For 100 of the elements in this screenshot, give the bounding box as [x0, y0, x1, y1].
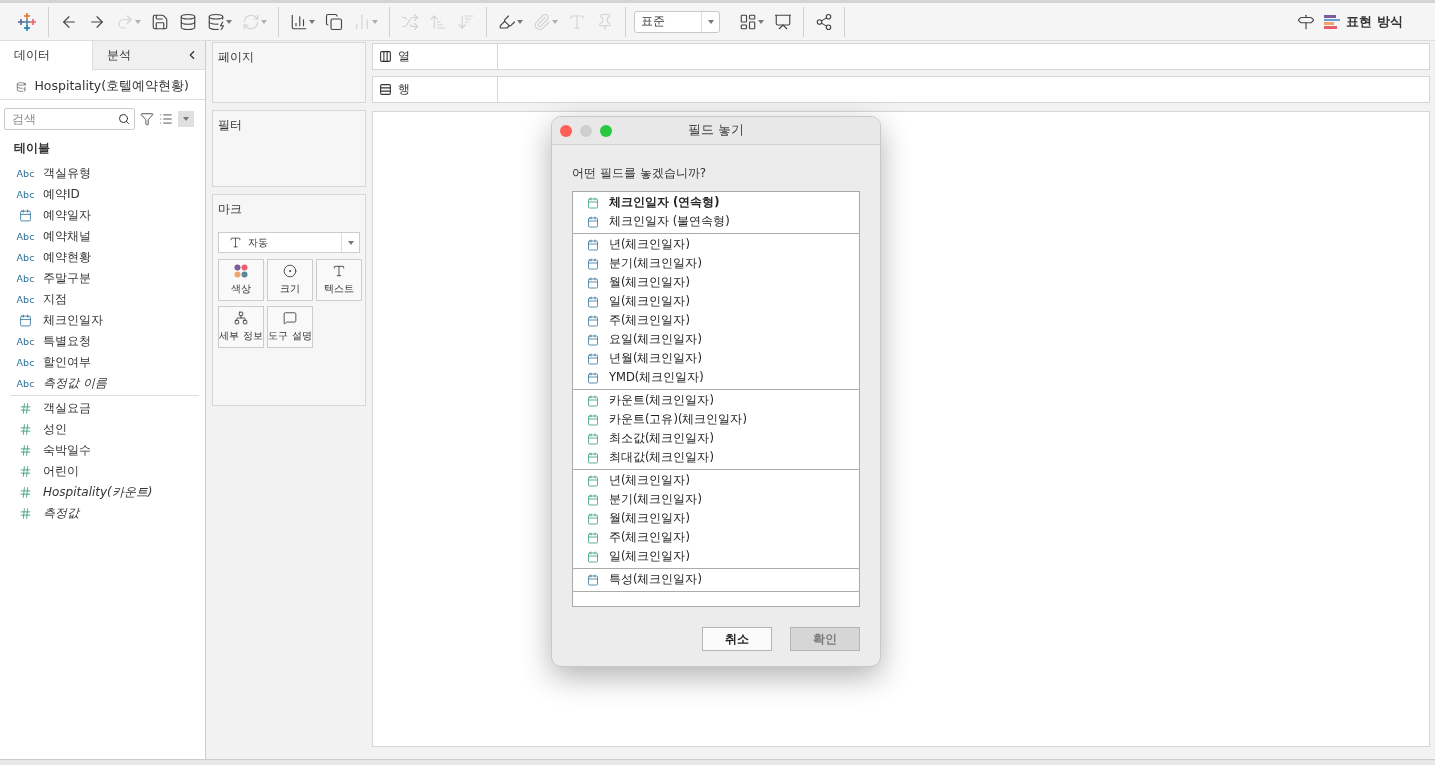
field-name[interactable]: 성인 — [43, 421, 67, 438]
mark-property-label: 색상 — [231, 282, 251, 296]
close-button[interactable] — [560, 124, 572, 137]
abc-icon: Abc — [16, 189, 35, 200]
caret-icon — [135, 19, 141, 24]
field-name[interactable]: 예약채널 — [43, 228, 91, 245]
field-option[interactable]: 월(체크인일자) — [573, 273, 859, 292]
field-option[interactable]: 요일(체크인일자) — [573, 330, 859, 349]
field-option[interactable]: 최대값(체크인일자) — [573, 448, 859, 467]
color-dots-icon — [234, 264, 248, 278]
mark-property-label: 도구 설명 — [268, 329, 312, 343]
field-name[interactable]: 예약ID — [43, 186, 80, 203]
abc-icon: Abc — [16, 252, 35, 263]
shelf-label: 열 — [398, 48, 410, 65]
mark-type-value: 자동 — [248, 235, 268, 250]
tooltip-icon — [283, 311, 297, 325]
field-name[interactable]: 예약현황 — [43, 249, 91, 266]
field-option[interactable]: 주(체크인일자) — [573, 528, 859, 547]
bars-icon — [1324, 14, 1341, 29]
card-title: 페이지 — [218, 49, 255, 66]
text-icon — [332, 264, 346, 278]
field-name[interactable]: Hospitality(카운트) — [43, 484, 153, 501]
field-option[interactable]: 최소값(체크인일자) — [573, 429, 859, 448]
field-name[interactable]: 객실유형 — [43, 165, 91, 182]
field-option[interactable]: 분기(체크인일자) — [573, 490, 859, 509]
datasource-name[interactable]: Hospitality(호텔예약현황) — [34, 78, 189, 95]
field-option[interactable]: 주(체크인일자) — [573, 311, 859, 330]
field-name[interactable]: 예약일자 — [43, 207, 91, 224]
section-title: 테이블 — [13, 140, 51, 157]
mark-property-button[interactable]: 크기 — [267, 259, 313, 301]
abc-icon: Abc — [16, 294, 35, 305]
field-name[interactable]: 객실요금 — [43, 400, 91, 417]
shelf-label: 행 — [398, 81, 410, 98]
field-option[interactable]: 카운트(고유)(체크인일자) — [573, 410, 859, 429]
search-field[interactable]: 검색 — [4, 108, 135, 130]
field-option[interactable]: 년(체크인일자) — [573, 471, 859, 490]
mark-property-label: 크기 — [280, 282, 300, 296]
field-option[interactable]: 일(체크인일자) — [573, 292, 859, 311]
field-option[interactable]: 체크인일자 (연속형) — [573, 193, 859, 212]
field-option[interactable]: 년월(체크인일자) — [573, 349, 859, 368]
field-name[interactable]: 측정값 — [43, 505, 79, 522]
dialog-title: 필드 놓기 — [688, 122, 744, 139]
mark-property-button[interactable]: 텍스트 — [316, 259, 362, 301]
field-option[interactable]: 특성(체크인일자) — [573, 570, 859, 589]
zoom-button[interactable] — [600, 124, 612, 137]
hash-icon — [19, 465, 32, 478]
field-name[interactable]: 주말구분 — [43, 270, 91, 287]
text-icon — [229, 236, 242, 249]
caret-icon — [517, 19, 523, 24]
field-name[interactable]: 체크인일자 — [43, 312, 103, 329]
field-option[interactable]: 년(체크인일자) — [573, 235, 859, 254]
card-title: 필터 — [218, 117, 243, 134]
field-option[interactable]: 월(체크인일자) — [573, 509, 859, 528]
columns-shelf[interactable]: 열 — [372, 43, 1430, 70]
fit-dropdown[interactable]: 표준 — [634, 10, 720, 33]
abc-icon: Abc — [16, 357, 35, 368]
rows-shelf[interactable]: 행 — [372, 76, 1430, 103]
field-name[interactable]: 숙박일수 — [43, 442, 91, 459]
dialog-button[interactable]: 취소 — [702, 627, 772, 651]
abc-icon: Abc — [16, 273, 35, 284]
mark-property-button[interactable]: 도구 설명 — [267, 306, 313, 348]
hash-icon — [19, 423, 32, 436]
abc-icon: Abc — [16, 378, 35, 389]
caret-icon — [758, 19, 764, 24]
caret-icon — [309, 19, 315, 24]
dialog-prompt: 어떤 필드를 놓겠습니까? — [572, 165, 707, 182]
dropdown-toggle[interactable] — [178, 111, 194, 127]
abc-icon: Abc — [16, 168, 35, 179]
caret-icon — [226, 19, 232, 24]
hash-icon — [19, 402, 32, 415]
columns-icon — [379, 50, 392, 63]
abc-icon: Abc — [16, 336, 35, 347]
field-option[interactable]: 분기(체크인일자) — [573, 254, 859, 273]
field-option[interactable]: 체크인일자 (불연속형) — [573, 212, 859, 231]
mark-property-label: 세부 정보 — [219, 329, 263, 343]
rows-icon — [379, 83, 392, 96]
list-view-icon[interactable] — [159, 112, 173, 126]
card-title: 마크 — [218, 201, 243, 218]
caret-icon — [183, 117, 189, 121]
size-circles-icon — [283, 264, 297, 278]
pane-tab[interactable]: 분석 — [92, 41, 185, 70]
mark-type-dropdown[interactable]: 자동 — [218, 232, 360, 253]
field-name[interactable]: 측정값 이름 — [43, 375, 107, 392]
field-name[interactable]: 할인여부 — [43, 354, 91, 371]
hash-icon — [19, 444, 32, 457]
mark-property-button[interactable]: 세부 정보 — [218, 306, 264, 348]
caret-icon — [707, 19, 714, 24]
field-name[interactable]: 지점 — [43, 291, 67, 308]
field-option[interactable]: 일(체크인일자) — [573, 547, 859, 566]
hash-icon — [19, 486, 32, 499]
caret-icon — [347, 240, 354, 245]
mark-property-button[interactable]: 색상 — [218, 259, 264, 301]
field-name[interactable]: 어린이 — [43, 463, 79, 480]
field-name[interactable]: 특별요청 — [43, 333, 91, 350]
hash-icon — [19, 507, 32, 520]
field-option[interactable]: YMD(체크인일자) — [573, 368, 859, 387]
filter-icon[interactable] — [140, 112, 154, 126]
format-button[interactable]: 표현 방식 — [1318, 11, 1409, 32]
calendar-icon — [19, 209, 32, 222]
field-option[interactable]: 카운트(체크인일자) — [573, 391, 859, 410]
